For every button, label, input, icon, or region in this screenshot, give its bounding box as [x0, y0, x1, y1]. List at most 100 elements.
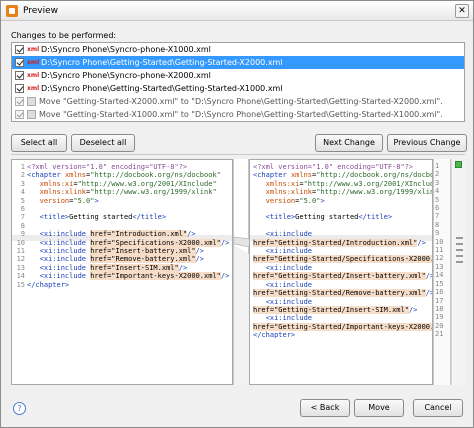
code-token: xmlns — [290, 171, 313, 180]
line-number: 11 — [16, 247, 25, 256]
code-token: xmlns — [64, 171, 87, 180]
code-line: 11 <xi:include href="Insert-battery.xml"… — [14, 247, 229, 256]
code-line: </chapter> — [253, 331, 432, 339]
code-token: <title> — [27, 213, 70, 222]
code-line: href="Getting-Started/Insert-SIM.xml"/> — [253, 305, 432, 314]
code-line — [253, 222, 432, 230]
code-line: 10 <xi:include href="Specifications-X200… — [14, 238, 229, 247]
change-item[interactable]: xml D:\Syncro Phone\Syncro-phone-X2000.xm… — [12, 69, 464, 82]
code-token: "http://docbook.org/ns/docbook" — [90, 171, 221, 180]
code-token: href="Insert-SIM.xml" — [90, 263, 179, 272]
code-line: 5 version="5.0"> — [14, 197, 229, 205]
separator — [11, 154, 465, 155]
left-code: 1 <?xml version="1.0" encoding="UTF-8"?> 2… — [14, 163, 230, 289]
code-line: 14 <xi:include href="Important-keys-X200… — [14, 272, 229, 281]
change-item[interactable]: Move "Getting-Started-X1000.xml" to "D:\… — [12, 108, 464, 121]
change-item-label: D:\Syncro Phone\Getting-Started\Getting-… — [41, 58, 283, 67]
cancel-button[interactable]: Cancel — [413, 399, 463, 417]
previous-change-button[interactable]: Previous Change — [387, 134, 467, 152]
line-number: 13 — [16, 263, 25, 272]
move-button[interactable]: Move — [354, 399, 404, 417]
back-button[interactable]: < Back — [300, 399, 350, 417]
code-line: href="Getting-Started/Insert-battery.xml… — [253, 272, 432, 281]
line-number: 4 — [20, 188, 25, 197]
left-compare-pane[interactable]: 1 <?xml version="1.0" encoding="UTF-8"?> 2… — [11, 159, 233, 385]
line-number: 21 — [435, 330, 444, 339]
app-icon — [6, 4, 18, 17]
code-line: <xi:include — [253, 247, 432, 256]
code-token: <xi:include — [27, 272, 91, 281]
right-line-numbers: 1 2 3 4 5 6 7 8 9 10 11 12 13 14 15 16 17 18 19 20 21 — [433, 159, 451, 385]
deselect-all-button[interactable]: Deselect all — [71, 134, 135, 152]
line-number: 1 — [20, 163, 25, 171]
line-number: 7 — [435, 212, 440, 221]
right-code: <?xml version="1.0" encoding="UTF-8"?> <c… — [253, 163, 433, 340]
code-line: 8 — [14, 222, 229, 230]
line-number: 7 — [20, 213, 25, 222]
changes-list[interactable]: xml D:\Syncro Phone\Syncro-phone-X1000.xm… — [11, 42, 465, 122]
code-token: href="Getting-Started/Specifications-X20… — [253, 255, 432, 264]
line-number: 3 — [20, 179, 25, 188]
change-item-label: D:\Syncro Phone\Syncro-phone-X2000.xml — [41, 71, 211, 80]
change-checkbox[interactable] — [15, 71, 24, 80]
code-token: "http://www.w3.org/2001/XInclude" — [303, 179, 433, 188]
code-token: version — [253, 196, 296, 205]
code-token: href="Getting-Started/Insert-battery.xml… — [253, 272, 426, 281]
change-checkbox[interactable] — [15, 58, 24, 67]
line-number: 15 — [16, 280, 25, 289]
change-item-label: D:\Syncro Phone\Syncro-phone-X1000.xml — [41, 45, 211, 54]
code-token: xmlns:xi — [253, 179, 300, 188]
code-line: 7 <title>Getting started</title> — [14, 213, 229, 221]
code-token: /> — [195, 247, 205, 256]
code-token: <xi:include — [27, 263, 91, 272]
line-number: 6 — [435, 204, 440, 213]
line-number: 4 — [435, 187, 440, 196]
code-token: <?xml version="1.0" encoding="UTF-8"?> — [253, 163, 414, 171]
line-number: 19 — [435, 313, 444, 322]
code-token: xmlns:xlink — [27, 188, 87, 197]
code-line: 1 <?xml version="1.0" encoding="UTF-8"?> — [14, 163, 229, 171]
code-line: 4 xmlns:xlink="http://www.w3.org/1999/xl… — [14, 188, 229, 196]
code-line: 15 </chapter> — [14, 281, 229, 289]
code-token: <xi:include — [253, 263, 313, 272]
code-token: "http://www.w3.org/1999/xlink" — [316, 188, 433, 197]
code-token: /> — [408, 305, 418, 314]
select-all-button[interactable]: Select all — [11, 134, 67, 152]
code-token: href="Insert-battery.xml" — [90, 247, 196, 256]
close-button[interactable]: ✕ — [455, 4, 469, 18]
line-number: 1 — [435, 162, 440, 170]
next-change-button[interactable]: Next Change — [315, 134, 383, 152]
right-compare-pane[interactable]: <?xml version="1.0" encoding="UTF-8"?> <c… — [249, 159, 433, 385]
change-item[interactable]: xml D:\Syncro Phone\Getting-Started\Getti… — [12, 56, 464, 69]
line-number: 17 — [435, 296, 444, 305]
change-checkbox[interactable] — [15, 45, 24, 54]
code-line: 3 xmlns:xi="http://www.w3.org/2001/XIncl… — [14, 180, 229, 188]
code-token: <xi:include — [253, 247, 313, 256]
line-number: 12 — [16, 255, 25, 264]
line-number: 8 — [20, 221, 25, 230]
code-token: <xi:include — [253, 297, 313, 306]
code-line: href="Getting-Started/Introduction.xml"/… — [253, 238, 432, 247]
code-token: /> — [195, 255, 205, 264]
change-checkbox[interactable] — [15, 110, 24, 119]
diff-connector-svg — [234, 236, 250, 385]
change-item[interactable]: xml D:\Syncro Phone\Getting-Started\Getti… — [12, 82, 464, 95]
change-checkbox[interactable] — [15, 97, 24, 106]
line-number: 20 — [435, 321, 444, 330]
line-number: 5 — [435, 195, 440, 204]
change-item[interactable]: Move "Getting-Started-X2000.xml" to "D:\… — [12, 95, 464, 108]
help-icon[interactable]: ? — [13, 402, 26, 415]
code-token: href="Introduction.xml" — [90, 230, 188, 239]
xml-file-icon: xml — [27, 85, 40, 92]
code-token: href="Specifications-X2000.xml" — [90, 238, 221, 247]
overview-ruler[interactable] — [451, 159, 465, 385]
code-line: <xi:include — [253, 281, 432, 289]
change-item[interactable]: xml D:\Syncro Phone\Syncro-phone-X1000.xm… — [12, 43, 464, 56]
code-token: "5.0" — [299, 196, 321, 205]
line-number: 3 — [435, 178, 440, 187]
code-line: 12 <xi:include href="Remove-battery.xml"… — [14, 255, 229, 264]
change-checkbox[interactable] — [15, 84, 24, 93]
code-line: 9 <xi:include href="Introduction.xml"/> — [14, 230, 229, 239]
